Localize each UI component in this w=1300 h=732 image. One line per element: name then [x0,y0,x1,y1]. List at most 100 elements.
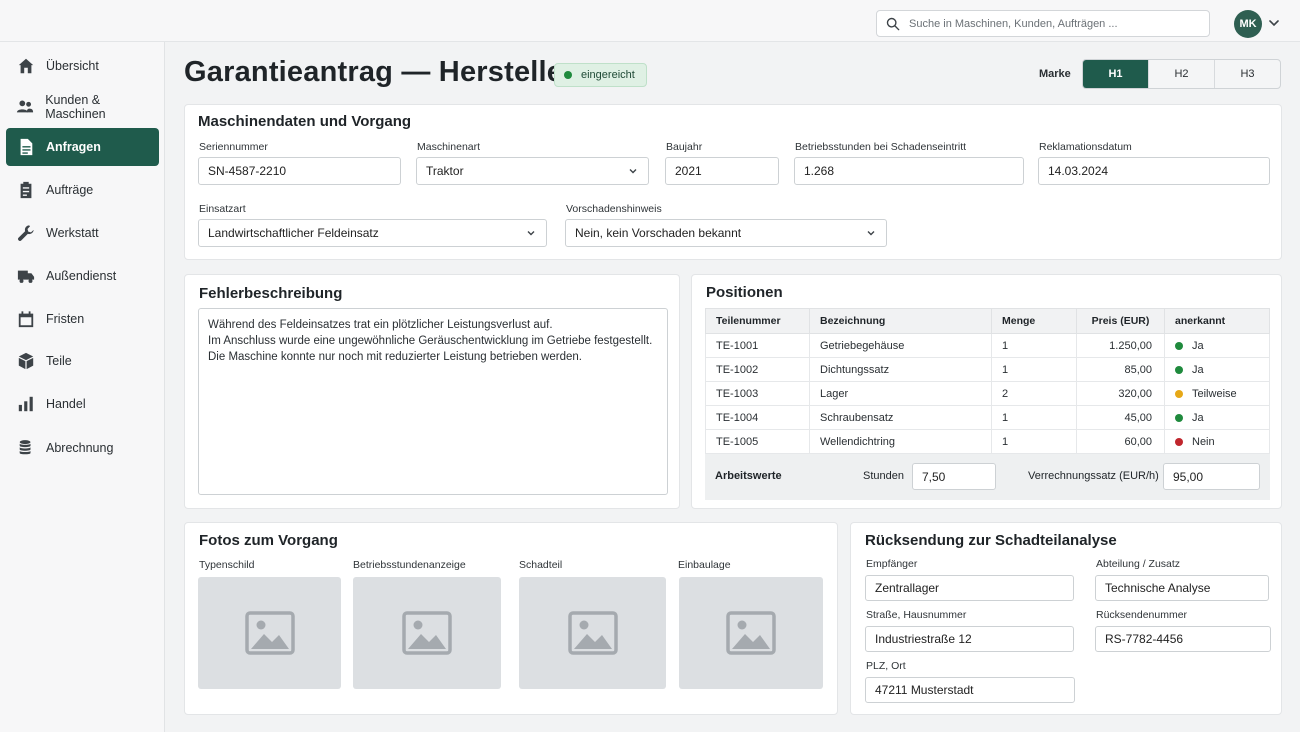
sidebar-item-auftraege[interactable]: Aufträge [6,171,159,209]
chevron-down-icon[interactable] [1268,17,1280,29]
sidebar-item-fristen[interactable]: Fristen [6,300,159,338]
sidebar-item-label: Übersicht [46,59,99,73]
approved-text: Ja [1192,339,1204,352]
recipient-field[interactable]: Zentrallager [865,575,1074,601]
cell-name: Getriebegehäuse [809,333,992,358]
hours-field[interactable]: 7,50 [912,463,996,490]
claim-date-field[interactable]: 14.03.2024 [1038,157,1270,185]
cell-qty: 1 [991,357,1077,382]
operating-hours-field[interactable]: 1.268 [794,157,1024,185]
cell-name: Dichtungssatz [809,357,992,382]
table-row[interactable]: TE-1005 Wellendichtring 1 60,00 Nein [705,429,1270,454]
sidebar-item-label: Fristen [46,312,85,326]
image-placeholder-icon [402,611,452,655]
usage-value: Landwirtschaftlicher Feldeinsatz [208,226,379,240]
usage-label: Einsatzart [199,203,246,215]
status-dot-icon [1175,341,1183,350]
approved-text: Nein [1192,435,1215,448]
table-header-row: Teilenummer Bezeichnung Menge Preis (EUR… [705,308,1270,334]
prior-damage-value: Nein, kein Vorschaden bekannt [575,226,742,240]
fault-description-title: Fehlerbeschreibung [199,285,343,302]
chevron-down-icon [629,169,637,174]
sidebar-item-aussendienst[interactable]: Außendienst [6,257,159,295]
city-value: 47211 Musterstadt [875,683,974,697]
fault-text-line: Während des Feldeinsatzes trat ein plötz… [208,319,553,331]
brand-option-h3[interactable]: H3 [1215,60,1280,88]
photo-label: Typenschild [199,559,255,571]
sidebar: Übersicht Kunden & Maschinen Anfragen Au… [0,42,165,732]
machine-type-label: Maschinenart [417,141,481,153]
operating-hours-value: 1.268 [804,164,835,178]
usage-select[interactable]: Landwirtschaftlicher Feldeinsatz [198,219,547,247]
fault-text-line: Die Maschine konnte nur noch mit reduzie… [208,351,582,363]
sidebar-item-uebersicht[interactable]: Übersicht [6,47,159,85]
image-placeholder-icon [726,611,776,655]
sidebar-item-label: Abrechnung [46,441,114,455]
home-icon [16,57,35,76]
sidebar-item-label: Handel [46,397,86,411]
cell-name: Wellendichtring [809,429,992,454]
machine-type-select[interactable]: Traktor [416,157,649,185]
cell-part: TE-1001 [705,333,810,358]
labor-row: Arbeitswerte Stunden 7,50 Verrechnungssa… [705,454,1270,500]
sidebar-item-kunden-maschinen[interactable]: Kunden & Maschinen [6,88,159,126]
city-field[interactable]: 47211 Musterstadt [865,677,1075,703]
brand-option-h1[interactable]: H1 [1083,60,1149,88]
return-shipment-title: Rücksendung zur Schadteilanalyse [865,532,1117,549]
prior-damage-select[interactable]: Nein, kein Vorschaden bekannt [565,219,887,247]
year-label: Baujahr [666,141,703,153]
user-avatar[interactable]: MK [1234,10,1262,38]
fault-description-card: Fehlerbeschreibung Während des Feldeinsa… [184,274,680,509]
positions-title: Positionen [706,284,783,301]
hours-label: Stunden [863,470,904,482]
photo-slot-typenschild[interactable] [198,577,341,689]
serial-field[interactable]: SN-4587-2210 [198,157,401,185]
cell-qty: 1 [991,429,1077,454]
search-box[interactable] [876,10,1210,37]
box-icon [16,352,35,371]
cell-approved: Nein [1164,429,1270,454]
street-field[interactable]: Industriestraße 12 [865,626,1074,652]
return-number-value: RS-7782-4456 [1105,632,1184,646]
machine-data-title: Maschinendaten und Vorgang [198,113,412,130]
brand-label: Marke [1039,68,1071,80]
recipient-value: Zentrallager [875,581,940,595]
department-field[interactable]: Technische Analyse [1095,575,1269,601]
cell-price: 320,00 [1076,381,1165,406]
sidebar-item-label: Anfragen [46,140,101,154]
status-badge: eingereicht [554,63,647,87]
cell-price: 85,00 [1076,357,1165,382]
fault-text-line: Im Anschluss wurde eine ungewöhnliche Ge… [208,335,653,347]
sidebar-item-teile[interactable]: Teile [6,342,159,380]
sidebar-item-werkstatt[interactable]: Werkstatt [6,214,159,252]
street-value: Industriestraße 12 [875,632,972,646]
photo-slot-einbaulage[interactable] [679,577,823,689]
fault-description-textarea[interactable]: Während des Feldeinsatzes trat ein plötz… [198,308,668,495]
return-number-field[interactable]: RS-7782-4456 [1095,626,1271,652]
cell-qty: 1 [991,333,1077,358]
brand-selector: H1 H2 H3 [1082,59,1281,89]
city-label: PLZ, Ort [866,660,906,672]
table-row[interactable]: TE-1004 Schraubensatz 1 45,00 Ja [705,405,1270,430]
sidebar-item-anfragen[interactable]: Anfragen [6,128,159,166]
table-row[interactable]: TE-1001 Getriebegehäuse 1 1.250,00 Ja [705,333,1270,358]
sidebar-item-handel[interactable]: Handel [6,385,159,423]
cell-part: TE-1003 [705,381,810,406]
photo-slot-schadteil[interactable] [519,577,666,689]
machine-type-value: Traktor [426,164,464,178]
approved-text: Teilweise [1192,387,1237,400]
table-row[interactable]: TE-1002 Dichtungssatz 1 85,00 Ja [705,357,1270,382]
photo-slot-betriebsstundenanzeige[interactable] [353,577,501,689]
department-label: Abteilung / Zusatz [1096,558,1181,570]
cell-price: 1.250,00 [1076,333,1165,358]
street-label: Straße, Hausnummer [866,609,967,621]
column-header-qty: Menge [991,308,1077,334]
sidebar-item-abrechnung[interactable]: Abrechnung [6,429,159,467]
brand-option-h2[interactable]: H2 [1149,60,1215,88]
photo-label: Schadteil [519,559,563,571]
table-row[interactable]: TE-1003 Lager 2 320,00 Teilweise [705,381,1270,406]
year-field[interactable]: 2021 [665,157,779,185]
rate-field[interactable]: 95,00 [1163,463,1260,490]
search-input[interactable] [909,17,1189,30]
hours-value: 7,50 [922,469,946,484]
